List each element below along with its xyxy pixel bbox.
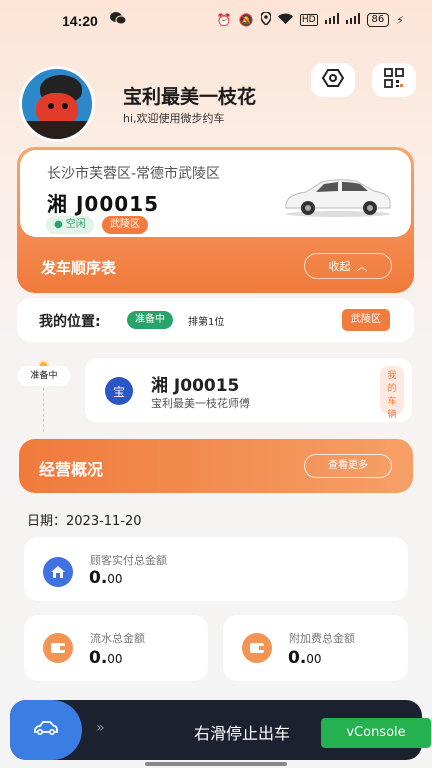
- car-icon: [33, 720, 59, 740]
- surcharge-card[interactable]: 附加费总金额 0.00: [223, 615, 408, 681]
- business-overview-header: 经营概况 查看更多: [19, 439, 413, 493]
- collapse-button[interactable]: 收起 ︿: [304, 253, 392, 279]
- battery-icon: 86: [366, 13, 390, 27]
- hexagon-settings-icon: [321, 67, 345, 93]
- scan-button[interactable]: [372, 63, 416, 97]
- alarm-icon: ⏰: [216, 13, 232, 27]
- car-info[interactable]: 长沙市芙蓉区-常德市武陵区 湘 J00015 ● 空闲 武陵区: [20, 150, 411, 237]
- surcharge-value: 0.00: [288, 648, 322, 668]
- status-bar: 14:20 ⏰ 🔕 HD 86 ⚡: [0, 0, 432, 40]
- vconsole-button[interactable]: vConsole: [321, 718, 431, 748]
- slide-handle[interactable]: [10, 700, 82, 760]
- position-label: 我的位置:: [39, 314, 101, 330]
- area-badge: 武陵区: [102, 216, 148, 234]
- wallet-icon: [43, 633, 73, 663]
- overview-title: 经营概况: [39, 460, 104, 479]
- signal-icon: [324, 13, 339, 27]
- charging-icon: ⚡: [396, 13, 404, 27]
- double-chevron-right-icon: »: [96, 720, 105, 736]
- driver-avatar: 宝: [105, 377, 133, 405]
- wallet-icon: [242, 633, 272, 663]
- signal-icon-2: [345, 13, 360, 27]
- mute-icon: 🔕: [238, 13, 254, 27]
- queue-rank: 排第1位: [188, 317, 225, 328]
- turnover-label: 流水总金额: [90, 632, 145, 645]
- car-image: [282, 172, 394, 218]
- timeline-line: [43, 388, 44, 432]
- car-card: 长沙市芙蓉区-常德市武陵区 湘 J00015 ● 空闲 武陵区 发车顺序表 收起…: [17, 147, 414, 293]
- home-indicator[interactable]: [145, 762, 287, 766]
- welcome-text: hi,欢迎使用微步约车: [123, 112, 225, 125]
- my-vehicle-badge: 我的车辆: [380, 366, 404, 420]
- route-text: 长沙市芙蓉区-常德市武陵区: [47, 166, 221, 182]
- hd-icon: HD: [299, 14, 318, 26]
- customer-paid-value: 0.00: [89, 568, 123, 588]
- dispatch-list-title: 发车顺序表: [41, 259, 117, 277]
- view-more-button[interactable]: 查看更多: [304, 454, 392, 478]
- wechat-icon: [110, 11, 127, 29]
- user-name: 宝利最美一枝花: [123, 86, 257, 108]
- ready-badge: 准备中: [127, 311, 173, 329]
- customer-paid-card[interactable]: 顾客实付总金额 0.00: [24, 537, 408, 601]
- settings-button[interactable]: [311, 63, 355, 97]
- status-badge: ● 空闲: [46, 216, 94, 234]
- plate-number: 湘 J00015: [47, 192, 159, 216]
- turnover-card[interactable]: 流水总金额 0.00: [24, 615, 208, 681]
- my-position-row: 我的位置: 准备中 排第1位 武陵区: [17, 298, 414, 342]
- queue-vehicle-card[interactable]: 宝 湘 J00015 宝利最美一枝花师傅 我的车辆: [85, 358, 412, 422]
- position-area-badge: 武陵区: [342, 309, 390, 331]
- customer-paid-label: 顾客实付总金额: [90, 554, 167, 567]
- status-time: 14:20: [62, 13, 98, 29]
- qr-code-icon: [384, 68, 404, 92]
- avatar[interactable]: [19, 66, 95, 142]
- wifi-icon: [277, 13, 293, 27]
- house-icon: [43, 557, 73, 587]
- collapse-label: 收起: [328, 260, 351, 273]
- location-icon: [260, 11, 272, 28]
- date-line: 日期：2023-11-20: [27, 514, 142, 529]
- turnover-value: 0.00: [89, 648, 123, 668]
- queue-driver-name: 宝利最美一枝花师傅: [151, 397, 250, 410]
- chevron-up-icon: ︿: [356, 260, 368, 273]
- queue-plate: 湘 J00015: [151, 376, 240, 396]
- slide-stop-label: 右滑停止出车: [194, 724, 291, 743]
- surcharge-label: 附加费总金额: [289, 632, 355, 645]
- status-icons: ⏰ 🔕 HD 86 ⚡: [216, 11, 404, 28]
- timeline-label: 准备中: [18, 366, 70, 386]
